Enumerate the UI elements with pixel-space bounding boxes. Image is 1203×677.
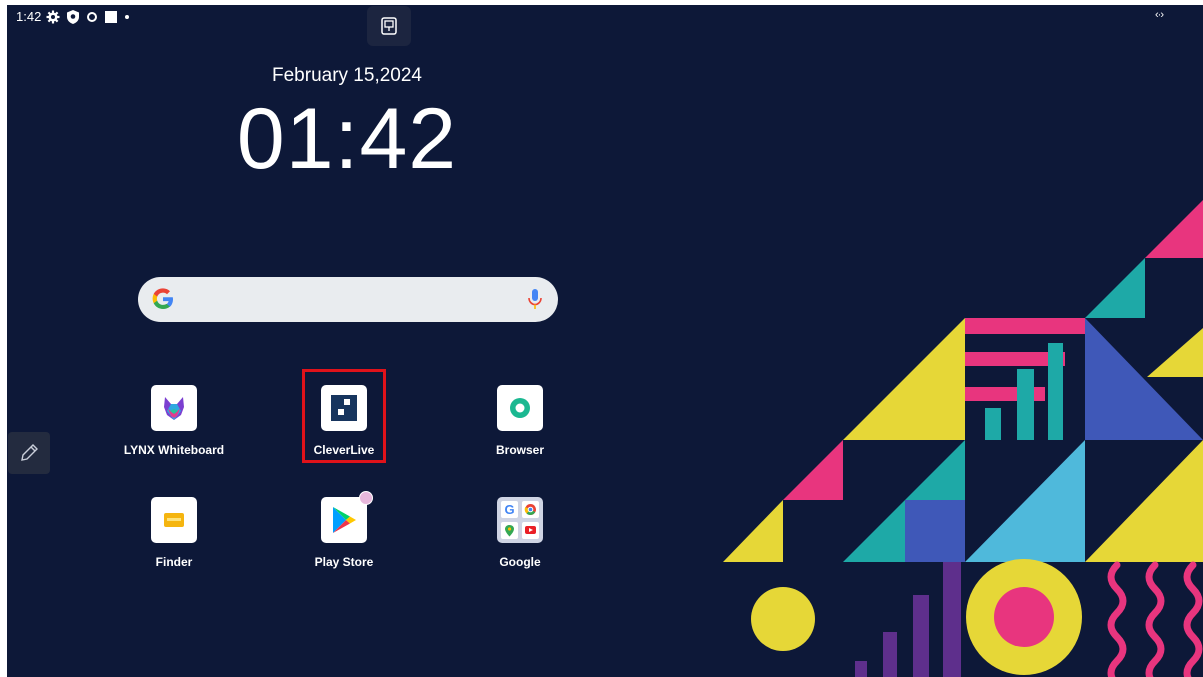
wallpaper-graphic: [723, 200, 1203, 677]
home-screen: 1:42 ‹·› February 15,2024 01:42 LYNX Whi…: [7, 5, 1203, 677]
